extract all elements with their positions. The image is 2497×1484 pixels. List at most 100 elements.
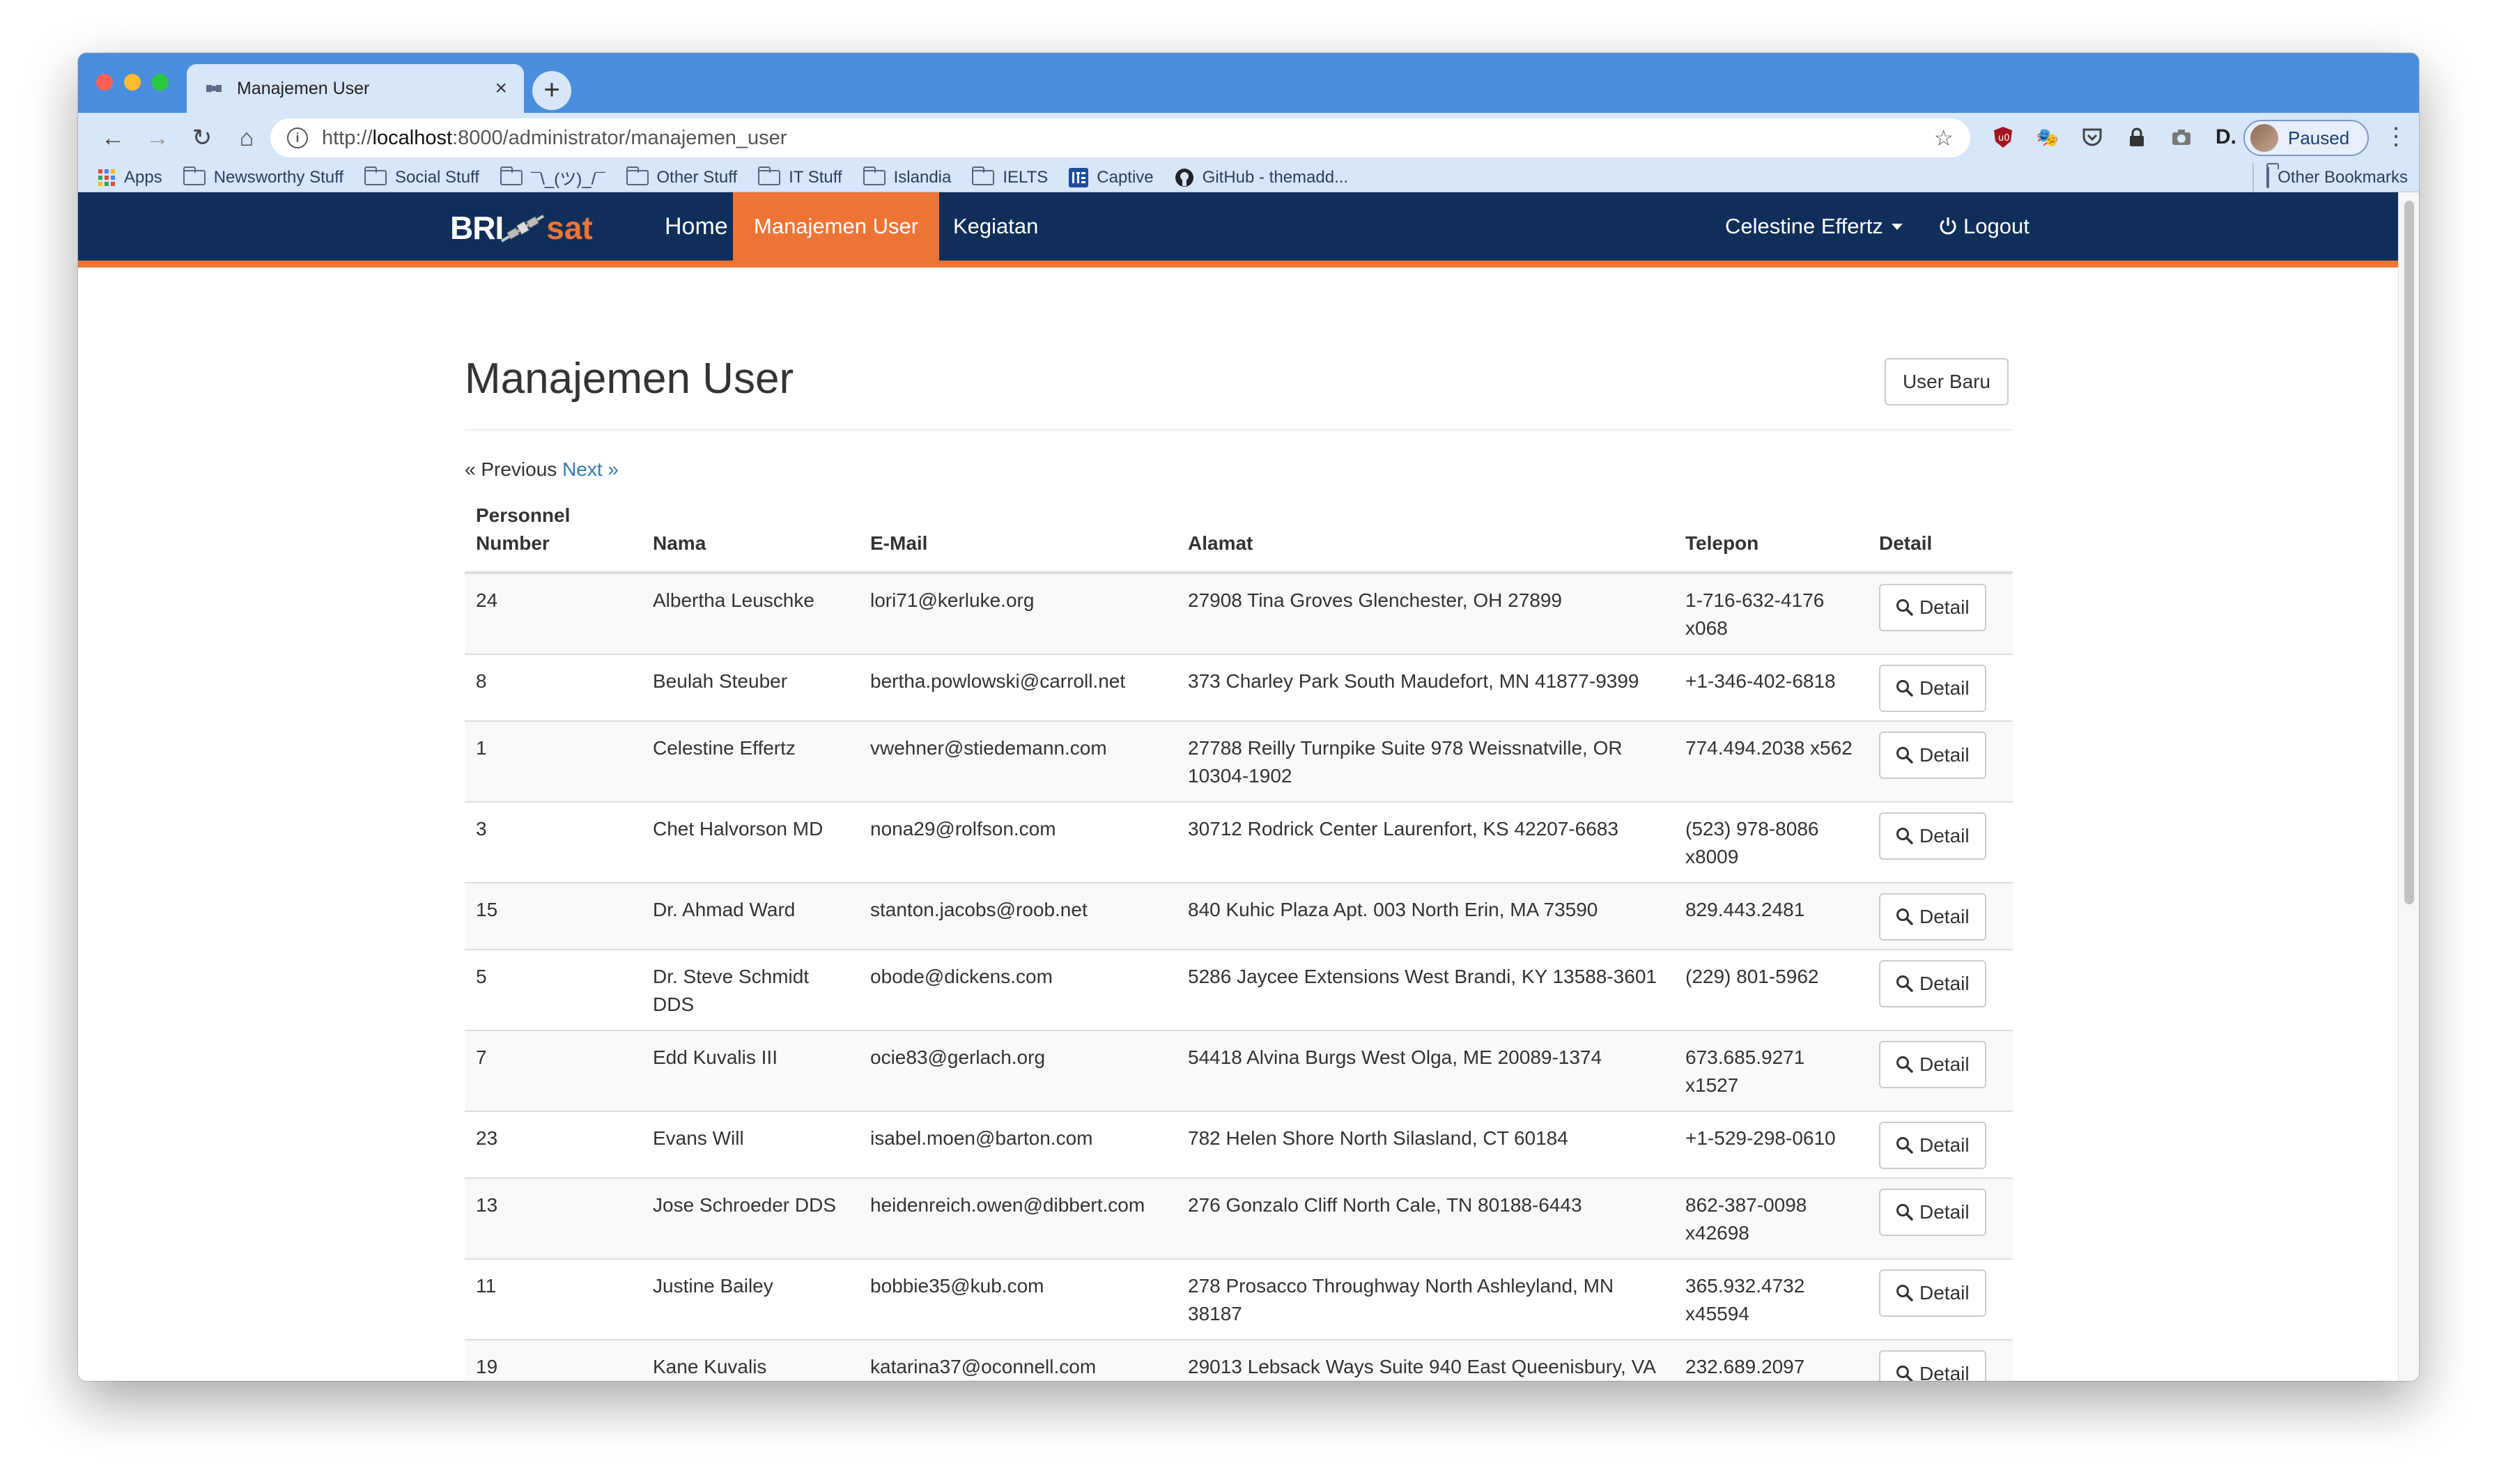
detail-button[interactable]: Detail [1879,584,1986,631]
user-baru-button[interactable]: User Baru [1884,358,2009,405]
address-bar[interactable]: i http://localhost:8000/administrator/ma… [270,118,1970,157]
nav-manajemen-user[interactable]: Manajemen User [733,192,940,261]
detail-button[interactable]: Detail [1879,1122,1986,1169]
cell-detail: Detail [1868,1030,2013,1111]
its-logo-icon [1069,167,1089,187]
extensions-area: u0 🎭 D. 🧩 [1987,121,2287,153]
satellite-favicon-icon [203,78,224,99]
apps-grid-icon [98,169,116,187]
close-tab-icon[interactable]: × [495,77,507,100]
avatar [2250,124,2278,152]
nav-kegiatan[interactable]: Kegiatan [932,192,1059,261]
detail-label: Detail [1919,677,1970,699]
search-icon [1896,975,1913,992]
table-header-row: Personnel Number Nama E-Mail Alamat Tele… [465,492,2013,574]
search-icon [1896,1285,1913,1301]
url-text[interactable]: http://localhost:8000/administrator/mana… [322,127,1933,150]
mask-icon[interactable]: 🎭 [2032,121,2064,153]
folder-icon [183,166,206,185]
detail-button[interactable]: Detail [1879,732,1986,779]
table-row: 3 Chet Halvorson MD nona29@rolfson.com 3071… [465,801,2013,883]
cell-email: nona29@rolfson.com [859,801,1177,883]
cell-nama: Chet Halvorson MD [642,801,859,883]
user-dropdown[interactable]: Celestine Effertz [1704,192,1924,261]
detail-label: Detail [1919,825,1970,847]
detail-button[interactable]: Detail [1879,960,1986,1007]
browser-tab[interactable]: Manajemen User × [187,64,524,113]
bookmark-github[interactable]: GitHub - themadd... [1175,168,1348,187]
detail-button[interactable]: Detail [1879,893,1986,941]
new-tab-button[interactable]: + [532,71,571,110]
profile-button[interactable]: Paused [2243,120,2369,156]
ublock-icon[interactable]: u0 [1987,121,2019,153]
detail-label: Detail [1919,744,1970,766]
camera-icon[interactable] [2165,121,2197,153]
pager-previous: « Previous [465,458,557,480]
detail-button[interactable]: Detail [1879,1350,1986,1381]
folder-icon [364,166,387,185]
pocket-icon[interactable] [2076,121,2108,153]
folder-icon [863,166,886,185]
forward-arrow-icon[interactable]: → [135,118,180,157]
bookmark-other-bookmarks[interactable]: Other Bookmarks [2252,163,2408,192]
back-arrow-icon[interactable]: ← [91,118,135,157]
bookmark-star-icon[interactable]: ☆ [1933,125,1954,151]
bookmark-shrug[interactable]: ¯\_(ツ)_/¯ [500,165,605,190]
bookmark-islandia[interactable]: Islandia [863,166,951,187]
bookmark-it-stuff[interactable]: IT Stuff [758,166,842,187]
logout-link[interactable]: Logout [1917,192,2050,261]
close-window-button[interactable] [96,74,113,91]
bookmark-newsworthy[interactable]: Newsworthy Stuff [183,166,343,187]
bookmark-captive[interactable]: Captive [1069,167,1154,187]
cell-email: heidenreich.owen@dibbert.com [859,1177,1177,1259]
detail-button[interactable]: Detail [1879,1041,1986,1088]
cell-id: 1 [465,720,642,802]
table-row: 15 Dr. Ahmad Ward stanton.jacobs@roob.net 8… [465,882,2013,950]
d-extension-icon[interactable]: D. [2210,121,2242,153]
github-icon [1175,168,1194,187]
scrollbar-thumb[interactable] [2404,201,2414,904]
col-detail: Detail [1868,492,2013,574]
folder-icon [972,166,995,185]
cell-id: 3 [465,801,642,883]
cell-telepon: 673.685.9271 x1527 [1674,1030,1868,1111]
reload-icon[interactable]: ↻ [180,118,224,157]
minimize-window-button[interactable] [124,74,141,91]
detail-button[interactable]: Detail [1879,1189,1986,1236]
detail-label: Detail [1919,1053,1970,1075]
main-content: Manajemen User User Baru « Previous Next… [465,268,2013,1381]
bookmark-apps[interactable]: Apps [98,168,162,187]
col-nama: Nama [642,492,859,574]
info-icon[interactable]: i [287,127,308,148]
detail-button[interactable]: Detail [1879,665,1986,712]
search-icon [1896,680,1913,697]
detail-button[interactable]: Detail [1879,1269,1986,1317]
cell-telepon: 232.689.2097 [1674,1339,1868,1381]
browser-menu-icon[interactable]: ⋮ [2384,123,2408,150]
home-icon[interactable]: ⌂ [224,118,269,157]
detail-button[interactable]: Detail [1879,812,1986,860]
search-icon [1896,1204,1913,1221]
tab-title: Manajemen User [237,78,370,98]
bookmarks-bar: Apps Newsworthy Stuff Social Stuff ¯\_(ツ… [78,163,2419,192]
brisat-logo[interactable]: BRI sat [450,209,593,247]
lock-icon[interactable] [2121,121,2153,153]
pager-next-link[interactable]: Next » [562,458,619,480]
bookmark-other-stuff[interactable]: Other Stuff [626,166,737,187]
detail-label: Detail [1919,1201,1970,1223]
cell-id: 8 [465,654,642,721]
cell-nama: Jose Schroeder DDS [642,1177,859,1259]
cell-nama: Dr. Steve Schmidt DDS [642,949,859,1030]
search-icon [1896,747,1913,764]
page-scrollbar[interactable] [2398,192,2419,1381]
user-name: Celestine Effertz [1725,214,1883,238]
maximize-window-button[interactable] [152,74,169,91]
search-icon [1896,1056,1913,1073]
bookmark-social[interactable]: Social Stuff [364,166,479,187]
cell-detail: Detail [1868,1111,2013,1178]
cell-alamat: 29013 Lebsack Ways Suite 940 East Queeni… [1177,1339,1674,1381]
bookmark-ielts[interactable]: IELTS [972,166,1048,187]
col-alamat: Alamat [1177,492,1674,574]
cell-id: 15 [465,882,642,950]
cell-email: obode@dickens.com [859,949,1177,1030]
